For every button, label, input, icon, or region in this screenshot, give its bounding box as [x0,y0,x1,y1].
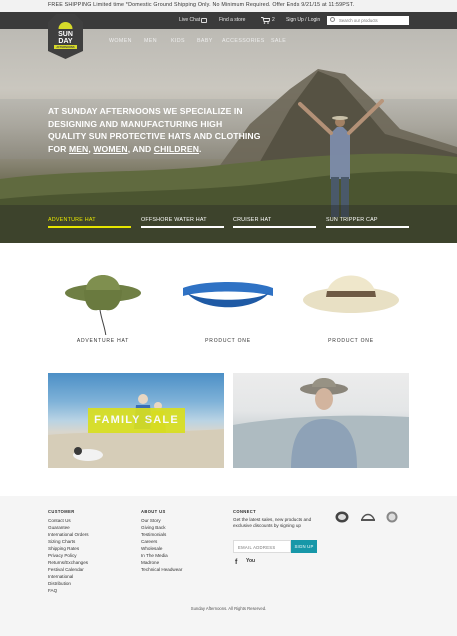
chat-bubble-icon[interactable] [201,18,207,23]
logo-text-afternoons: AFTERNOONS [56,45,74,49]
footer-link[interactable]: In The Media [141,552,182,559]
search-icon [330,17,335,22]
visor-image [183,282,273,308]
nav-baby[interactable]: BABY [197,38,213,44]
footer-link[interactable]: International Orders [48,531,89,538]
footer-link[interactable]: Wholesale [141,545,182,552]
find-store-link[interactable]: Find a store [219,17,245,23]
footer-link[interactable]: International [48,573,89,580]
man-in-hat-image [233,378,409,468]
sunday-afternoons-logo[interactable]: SUN DAY AFTERNOONS [48,13,83,60]
tab-underline [48,226,131,228]
footer-link[interactable]: Privacy Policy [48,552,89,559]
nav-sale[interactable]: SALE [271,38,286,44]
family-sale-tile[interactable]: FAMILY SALE [48,373,224,468]
live-chat-link[interactable]: Live Chat [179,17,200,23]
customer-heading: CUSTOMER [48,509,75,514]
hero-headline: At Sunday Afternoons we specialize in de… [48,106,261,154]
tab-offshore-water-hat[interactable]: OFFSHORE WATER HAT [141,217,224,231]
footer-link[interactable]: FAQ [48,587,89,594]
about-heading: ABOUT US [141,509,166,514]
copyright-text: Sunday Afternoons. All Rights Reserved. [190,606,267,611]
footer-link[interactable]: Contact Us [48,517,89,524]
hero-banner: WOMEN MEN KIDS BABY ACCESSORIES SALE At … [0,29,457,243]
tab-underline [141,226,224,228]
footer-link[interactable]: Shipping Rates [48,545,89,552]
logo-text-sun: SUN [58,31,73,38]
footer-link[interactable]: Careers [141,538,182,545]
footer-link[interactable]: Testimonials [141,531,182,538]
customer-links: Contact Us Guarantee International Order… [48,517,89,594]
facebook-icon[interactable]: f [235,559,237,566]
skin-cancer-foundation-badge-icon [335,511,349,523]
sign-up-label: SIGN UP [294,544,314,549]
cart-count[interactable]: 2 [272,17,275,23]
footer-link[interactable]: Guarantee [48,524,89,531]
sign-up-button[interactable]: SIGN UP [291,540,317,553]
email-field[interactable] [233,540,291,553]
certification-seal-icon [386,511,398,523]
footer-link[interactable]: Festival Calendar [48,566,89,573]
footer-link[interactable]: Giving Back [141,524,182,531]
children-link[interactable]: children [154,144,199,154]
connect-heading: CONNECT [233,509,257,514]
product-label: PRODUCT ONE [205,338,251,344]
family-sale-banner[interactable]: FAMILY SALE [88,408,185,433]
partner-logo-icon [361,513,375,521]
footer-link[interactable]: Returns/Exchanges [48,559,89,566]
tab-sun-tripper-cap[interactable]: SUN TRIPPER CAP [326,217,409,231]
search-input[interactable] [339,16,407,25]
tab-adventure-hat[interactable]: ADVENTURE HAT [48,217,131,231]
nav-men[interactable]: MEN [144,38,157,44]
product-card-adventure-hat[interactable]: ADVENTURE HAT [48,260,158,350]
product-label: PRODUCT ONE [328,338,374,344]
footer-link[interactable]: Sizing Charts [48,538,89,545]
search-box[interactable] [327,16,409,25]
man-in-hat-tile[interactable] [233,373,409,468]
footer-link[interactable]: Our Story [141,517,182,524]
product-card-visor[interactable]: PRODUCT ONE [173,260,283,350]
nav-women[interactable]: WOMEN [109,38,132,44]
tab-underline [233,226,316,228]
women-link[interactable]: women [93,144,127,154]
sign-in-link[interactable]: Sign Up / Login [286,17,320,23]
promo-bar: FREE SHIPPING Limited time *Domestic Gro… [0,0,457,12]
youtube-icon[interactable]: You [246,558,255,564]
cart-icon[interactable] [261,17,270,24]
product-card-cruiser-hat[interactable]: PRODUCT ONE [296,260,406,350]
about-links: Our Story Giving Back Testimonials Caree… [141,517,182,573]
footer-link[interactable]: Technical Headwear [141,566,182,573]
footer-link[interactable]: Distribution [48,580,89,587]
logo-text-day: DAY [58,38,72,45]
footer-link[interactable]: Madrone [141,559,182,566]
tab-underline [326,226,409,228]
nav-kids[interactable]: KIDS [171,38,185,44]
family-sale-label: FAMILY SALE [94,414,179,426]
promo-text: FREE SHIPPING Limited time *Domestic Gro… [48,2,355,8]
email-input[interactable] [238,544,288,550]
men-link[interactable]: men [69,144,88,154]
product-label: ADVENTURE HAT [76,338,130,344]
adventure-hat-image [65,275,141,339]
nav-accessories[interactable]: ACCESSORIES [222,38,265,44]
connect-text: Get the latest sales, new products and e… [233,517,312,528]
cruiser-hat-image [303,275,399,313]
tab-cruiser-hat[interactable]: CRUISER HAT [233,217,316,231]
